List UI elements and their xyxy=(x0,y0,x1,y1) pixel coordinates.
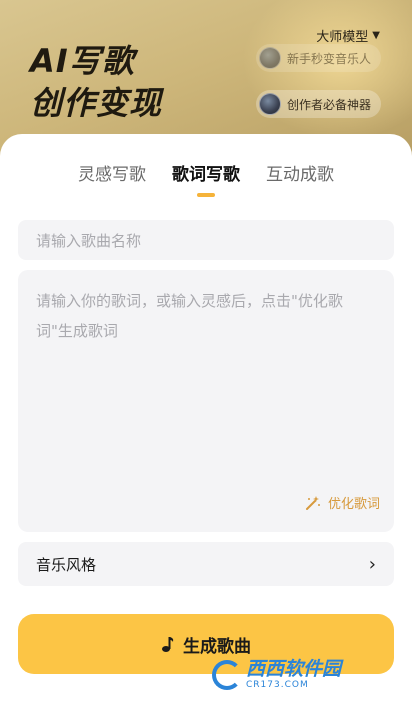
hero-title-line1: AI写歌 xyxy=(30,42,135,80)
promo-pill-label: 新手秒变音乐人 xyxy=(287,51,372,66)
optimize-lyrics-label: 优化歌词 xyxy=(327,497,380,512)
lyrics-placeholder: 请输入你的歌词，或输入灵感后，点击"优化歌词"生成歌词 xyxy=(36,292,343,340)
tab-label: 歌词写歌 xyxy=(172,165,240,185)
main-card: 灵感写歌 歌词写歌 互动成歌 请输入歌曲名称 请输入你的歌词，或输入灵感后，点击… xyxy=(0,134,412,702)
model-select-label: 大师模型 xyxy=(316,30,369,45)
music-note-icon xyxy=(162,637,174,652)
generate-song-label: 生成歌曲 xyxy=(183,636,251,657)
hero-title-line2: 创作变现 xyxy=(30,84,163,122)
watermark-text: 西西软件园 xyxy=(246,658,342,680)
tab-inspiration[interactable]: 灵感写歌 xyxy=(78,160,146,185)
tab-label: 灵感写歌 xyxy=(78,165,146,185)
music-style-label: 音乐风格 xyxy=(36,555,97,574)
avatar xyxy=(259,93,281,115)
model-select[interactable]: 大师模型 ▼ xyxy=(316,26,380,45)
lyrics-textarea[interactable]: 请输入你的歌词，或输入灵感后，点击"优化歌词"生成歌词 优化歌词 xyxy=(18,270,394,532)
tab-label: 互动成歌 xyxy=(266,165,334,185)
hero-title: AI写歌 创作变现 xyxy=(30,40,162,124)
magic-wand-icon xyxy=(305,495,320,510)
watermark-logo-icon xyxy=(212,660,242,690)
promo-pill: 新手秒变音乐人 xyxy=(256,44,382,72)
avatar xyxy=(259,47,281,69)
song-name-input[interactable]: 请输入歌曲名称 xyxy=(18,220,394,260)
chevron-right-icon: › xyxy=(368,553,376,575)
tab-bar: 灵感写歌 歌词写歌 互动成歌 xyxy=(0,160,412,197)
watermark: 西西软件园 CR173.COM xyxy=(212,658,392,692)
music-style-selector[interactable]: 音乐风格 › xyxy=(18,542,394,586)
tab-interactive[interactable]: 互动成歌 xyxy=(266,160,334,185)
song-name-placeholder: 请输入歌曲名称 xyxy=(36,231,142,250)
optimize-lyrics-button[interactable]: 优化歌词 xyxy=(304,493,380,512)
promo-pill: 创作者必备神器 xyxy=(256,90,382,118)
active-tab-indicator xyxy=(197,193,215,197)
promo-pill-label: 创作者必备神器 xyxy=(287,97,372,112)
watermark-subtext: CR173.COM xyxy=(246,680,309,690)
caret-down-icon: ▼ xyxy=(372,30,380,41)
tab-lyrics[interactable]: 歌词写歌 xyxy=(172,160,240,197)
